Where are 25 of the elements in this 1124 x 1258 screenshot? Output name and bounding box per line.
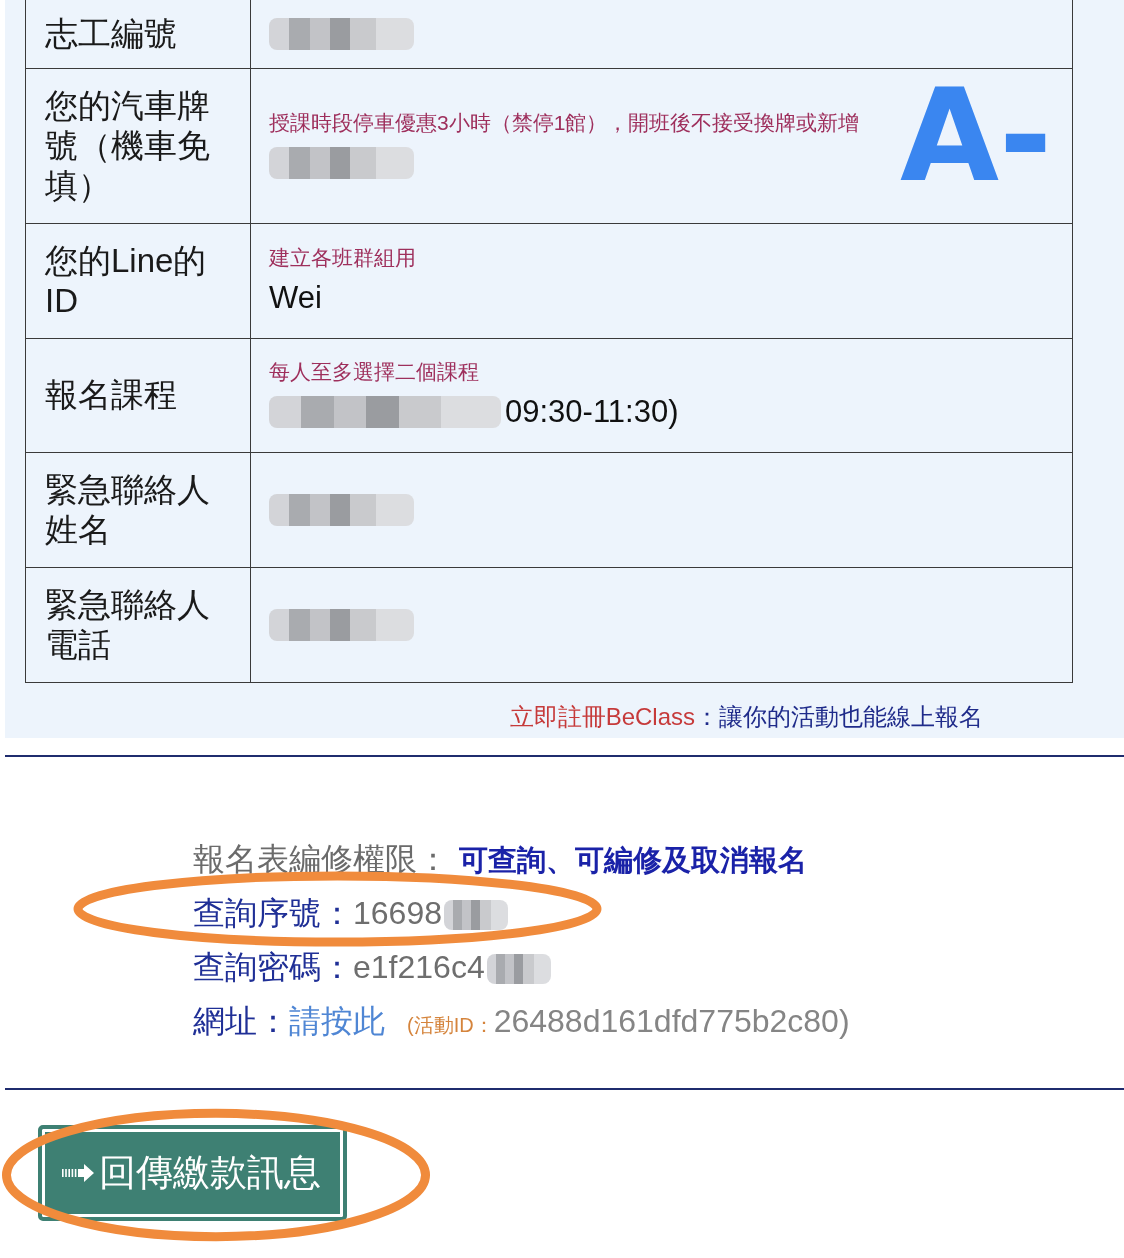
field-value: 09:30-11:30) (505, 393, 679, 431)
field-label: 您的汽車牌號（機車免填） (25, 68, 251, 223)
info-value: e1f216c4 (353, 948, 485, 985)
event-id: 26488d161dfd775b2c80) (493, 1002, 850, 1039)
field-label: 緊急聯絡人電話 (25, 567, 251, 682)
handwritten-mark: A- (900, 72, 1053, 200)
info-label: 查詢密碼： (193, 948, 353, 985)
promo-text: ：讓你的活動也能線上報名 (695, 702, 983, 730)
field-hint: 建立各班群組用 (269, 244, 416, 271)
arrow-icon (62, 1162, 94, 1183)
field-hint: 授課時段停車優惠3小時（禁停1館），開班後不接受換牌或新增 (269, 109, 860, 136)
info-label: 查詢序號： (193, 894, 353, 931)
signup-link[interactable]: 立即註冊BeClass (509, 702, 695, 730)
info-value: 16698 (353, 894, 442, 931)
field-label: 您的Line的ID (25, 223, 251, 338)
payment-button[interactable]: 回傳繳款訊息 (38, 1124, 347, 1221)
field-value: Wei (269, 278, 322, 317)
field-label: 報名課程 (25, 338, 251, 452)
info-label: 網址： (193, 1002, 289, 1039)
url-link[interactable]: 請按此 (289, 1002, 385, 1039)
field-hint: 每人至多選擇二個課程 (269, 359, 479, 385)
event-id-label: (活動ID： (407, 1013, 494, 1036)
field-label: 緊急聯絡人姓名 (25, 452, 251, 567)
field-label: 志工編號 (25, 0, 251, 68)
permission-value: 可查詢、可編修及取消報名 (459, 843, 807, 876)
